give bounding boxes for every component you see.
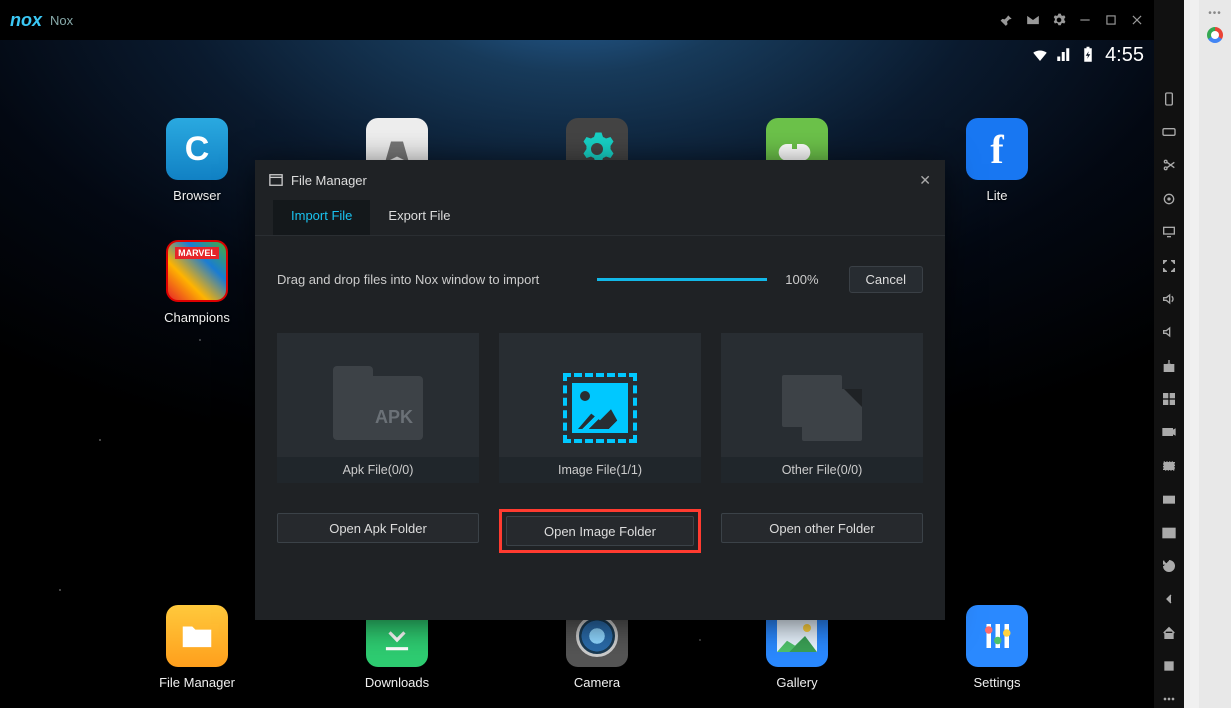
two-side-icon[interactable] (1160, 524, 1178, 541)
image-drop-card[interactable]: Image File(1/1) (499, 333, 701, 483)
cancel-button[interactable]: Cancel (849, 266, 923, 293)
app-label: Gallery (776, 675, 817, 690)
other-column: Other File(0/0) Open other Folder (721, 333, 923, 553)
chrome-icon (1207, 27, 1223, 43)
other-drop-card[interactable]: Other File(0/0) (721, 333, 923, 483)
app-label: Browser (173, 188, 221, 203)
app-label: Settings (974, 675, 1021, 690)
volume-up-icon[interactable] (1160, 290, 1178, 307)
rotate-icon[interactable] (1160, 557, 1178, 574)
close-button[interactable] (1130, 13, 1144, 27)
nox-logo: nox (10, 10, 42, 31)
folder-icon (166, 605, 228, 667)
dialog-tabs: Import File Export File (255, 200, 945, 236)
apk-badge: APK (375, 407, 413, 428)
app-title: Nox (50, 13, 73, 28)
android-statusbar: 4:55 (0, 40, 1154, 70)
progress-percent: 100% (785, 272, 818, 287)
drag-hint: Drag and drop files into Nox window to i… (277, 272, 539, 287)
app-label: File Manager (159, 675, 235, 690)
app-label: Champions (164, 310, 230, 325)
gear-icon[interactable] (1052, 13, 1066, 27)
fullscreen-icon[interactable] (1160, 257, 1178, 274)
app-settings2[interactable]: Settings (962, 605, 1032, 690)
nox-toolbar (1154, 0, 1184, 708)
browser-icon: C (166, 118, 228, 180)
recents-icon[interactable] (1160, 657, 1178, 674)
window-icon (269, 173, 283, 187)
facebook-icon: f (966, 118, 1028, 180)
file-manager-dialog: File Manager ✕ Import File Export File D… (255, 160, 945, 620)
overflow-dots-icon: ••• (1208, 8, 1222, 19)
home-icon[interactable] (1160, 624, 1178, 641)
image-column: Image File(1/1) Open Image Folder (499, 333, 701, 553)
more-icon[interactable] (1160, 691, 1178, 708)
titlebar: nox Nox (0, 0, 1154, 40)
scissors-icon[interactable] (1160, 157, 1178, 174)
nox-window: nox Nox 4:55 (0, 0, 1184, 708)
battery-charging-icon (1079, 46, 1097, 64)
app-facebook-lite[interactable]: f Lite (962, 118, 1032, 203)
android-screen: 4:55 C Browser (0, 40, 1154, 708)
my-computer-icon[interactable] (1160, 224, 1178, 241)
app-champions[interactable]: MARVEL Champions (162, 240, 232, 325)
apk-card-title: Apk File(0/0) (277, 457, 479, 483)
volume-down-icon[interactable] (1160, 324, 1178, 341)
tab-export-file[interactable]: Export File (370, 200, 468, 235)
minimize-button[interactable] (1078, 13, 1092, 27)
shake-icon[interactable] (1160, 90, 1178, 107)
back-icon[interactable] (1160, 591, 1178, 608)
screenshot-icon[interactable] (1160, 491, 1178, 508)
open-image-folder-button[interactable]: Open Image Folder (506, 516, 694, 546)
documents-icon (782, 375, 862, 441)
macro-icon[interactable] (1160, 457, 1178, 474)
app-label: Camera (574, 675, 620, 690)
app-browser[interactable]: C Browser (162, 118, 232, 203)
apk-install-icon[interactable] (1160, 357, 1178, 374)
home-row-2: MARVEL Champions (162, 240, 232, 325)
maximize-button[interactable] (1104, 13, 1118, 27)
progress-bar (597, 278, 767, 281)
pin-icon[interactable] (1000, 13, 1014, 27)
wifi-icon (1031, 46, 1049, 64)
open-other-folder-button[interactable]: Open other Folder (721, 513, 923, 543)
progress-row: Drag and drop files into Nox window to i… (277, 266, 923, 293)
app-file-manager[interactable]: File Manager (162, 605, 232, 690)
signal-icon (1055, 46, 1073, 64)
apk-column: APK Apk File(0/0) Open Apk Folder (277, 333, 479, 553)
clock: 4:55 (1105, 44, 1144, 67)
tab-import-file[interactable]: Import File (273, 200, 370, 235)
image-file-icon (563, 373, 637, 443)
apk-folder-icon: APK (333, 376, 423, 440)
other-card-title: Other File(0/0) (721, 457, 923, 483)
nox-main: nox Nox 4:55 (0, 0, 1154, 708)
dialog-close-button[interactable]: ✕ (919, 172, 931, 189)
apk-drop-card[interactable]: APK Apk File(0/0) (277, 333, 479, 483)
sliders-icon (966, 605, 1028, 667)
keyboard-icon[interactable] (1160, 123, 1178, 140)
app-label: Lite (987, 188, 1008, 203)
open-apk-folder-button[interactable]: Open Apk Folder (277, 513, 479, 543)
multi-instance-icon[interactable] (1160, 390, 1178, 407)
app-label: Downloads (365, 675, 429, 690)
marvel-champions-icon: MARVEL (166, 240, 228, 302)
location-icon[interactable] (1160, 190, 1178, 207)
mail-icon[interactable] (1026, 13, 1040, 27)
image-card-title: Image File(1/1) (499, 457, 701, 483)
dialog-title: File Manager (291, 173, 367, 188)
dialog-titlebar: File Manager ✕ (255, 160, 945, 200)
record-icon[interactable] (1160, 424, 1178, 441)
external-browser-strip: ••• (1199, 0, 1231, 708)
